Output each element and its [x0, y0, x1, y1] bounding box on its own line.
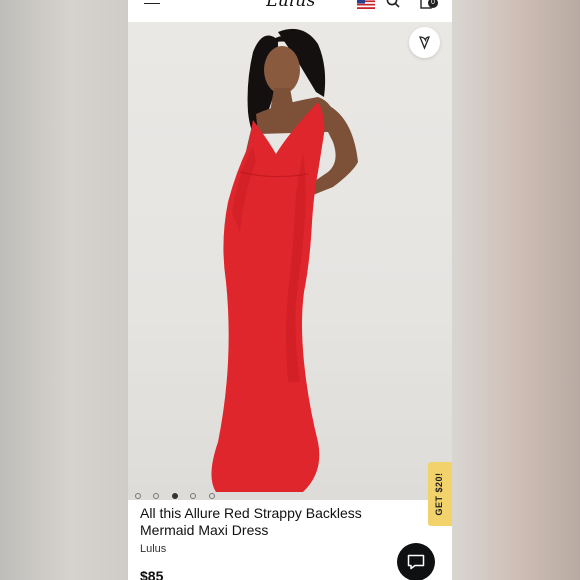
promo-tab[interactable]: GET $20!: [428, 462, 452, 526]
gallery-dot-1[interactable]: [135, 493, 141, 499]
product-price: $85: [140, 568, 164, 580]
favorite-button[interactable]: [409, 27, 440, 58]
gallery-dot-3[interactable]: [171, 493, 178, 499]
product-title: All this Allure Red Strappy Backless Mer…: [140, 505, 362, 538]
product-page: Lulus 0 GET $20! All this Allure Red Str…: [128, 0, 452, 580]
gallery-pagination: [135, 486, 223, 499]
search-icon[interactable]: [386, 0, 400, 8]
menu-icon[interactable]: [144, 0, 160, 8]
gallery-dot-5[interactable]: [208, 493, 215, 499]
chat-button[interactable]: [397, 543, 435, 580]
cart-count-badge: 0: [428, 0, 438, 8]
us-flag-icon[interactable]: [357, 0, 375, 9]
site-logo[interactable]: Lulus: [260, 0, 322, 11]
chat-icon: [407, 554, 425, 570]
heart-icon: [419, 36, 430, 50]
product-brand[interactable]: Lulus: [140, 543, 166, 555]
promo-tab-label: GET $20!: [434, 472, 444, 516]
product-photo: [211, 28, 358, 492]
top-nav: Lulus 0: [128, 0, 452, 22]
product-image-gallery[interactable]: [128, 22, 452, 500]
